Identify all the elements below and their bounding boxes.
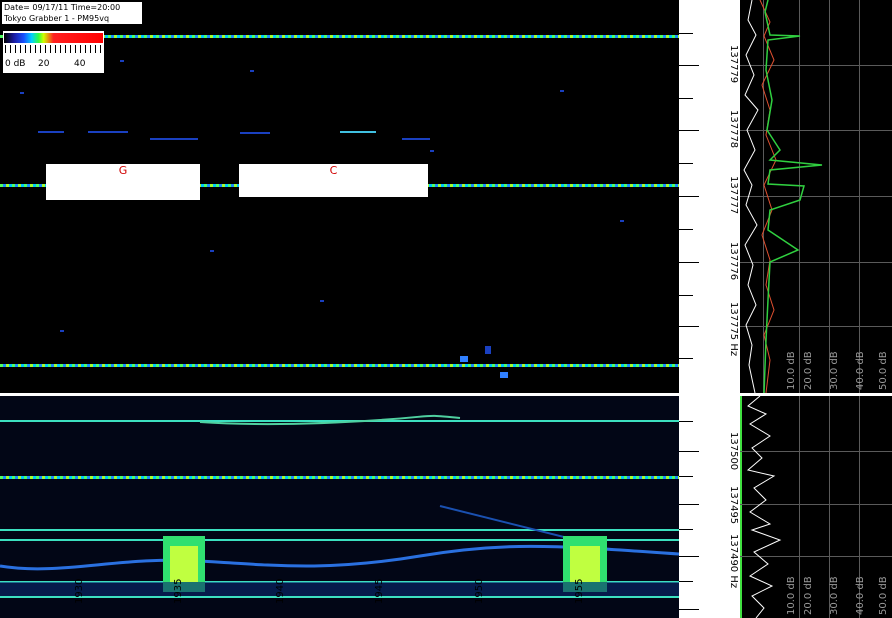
frequency-label: 137500: [728, 432, 739, 471]
legend-label: 0 dB: [5, 59, 26, 69]
time-label: 1955: [574, 578, 585, 604]
frequency-label: 137495: [728, 486, 739, 525]
top-waterfall[interactable]: Date= 09/17/11 Time=20:00 Tokyo Grabber …: [0, 0, 679, 393]
scale-ticks: [5, 45, 103, 53]
axis-tick: [679, 65, 699, 66]
frequency-label: 137778: [728, 110, 739, 149]
legend-label: 40: [74, 59, 86, 69]
db-label: 20.0 dB: [803, 576, 814, 615]
axis-tick: [679, 163, 693, 164]
axis-tick: [679, 295, 693, 296]
db-label: 50.0 dB: [878, 351, 889, 390]
axis-tick: [679, 529, 693, 530]
spectrum-traces: [743, 0, 823, 393]
axis-tick: [679, 581, 693, 582]
time-label: 1945: [374, 578, 385, 604]
time-label: 1940: [275, 578, 286, 604]
time-label: 1950: [474, 578, 485, 604]
station-label: Tokyo Grabber 1 - PM95vq: [4, 14, 110, 23]
axis-tick: [679, 196, 699, 197]
db-label: 30.0 dB: [829, 351, 840, 390]
db-label: 10.0 dB: [786, 576, 797, 615]
color-legend: 0 dB 20 40: [3, 31, 104, 73]
axis-tick: [679, 476, 693, 477]
frequency-label: 137490 Hz: [728, 534, 739, 589]
axis-tick: [679, 556, 699, 557]
axis-tick: [679, 262, 699, 263]
frequency-label: 137775 Hz: [728, 302, 739, 357]
frequency-label: 137777: [728, 176, 739, 215]
db-label: 20.0 dB: [803, 351, 814, 390]
info-box: Date= 09/17/11 Time=20:00 Tokyo Grabber …: [2, 2, 142, 24]
axis-tick: [679, 326, 699, 327]
frequency-axis-bottom: 137500 137495 137490 Hz: [679, 396, 740, 618]
axis-tick: [679, 98, 693, 99]
axis-tick: [679, 33, 693, 34]
annotation-c: C: [239, 164, 428, 197]
frequency-label: 137779: [728, 45, 739, 84]
axis-tick: [679, 609, 699, 610]
axis-tick: [679, 451, 699, 452]
time-label: 1930: [74, 578, 85, 604]
color-scale-bar: [4, 33, 103, 43]
spectrum-panel-bottom: 10.0 dB 20.0 dB 30.0 dB 40.0 dB 50.0 dB: [740, 396, 892, 618]
date-time-label: Date= 09/17/11 Time=20:00: [4, 3, 121, 12]
db-label: 40.0 dB: [855, 351, 866, 390]
db-label: 50.0 dB: [878, 576, 889, 615]
spectrum-panel-top: 10.0 dB 20.0 dB 30.0 dB 40.0 dB 50.0 dB: [740, 0, 892, 393]
db-label: 10.0 dB: [786, 351, 797, 390]
axis-tick: [679, 421, 693, 422]
db-label: 30.0 dB: [829, 576, 840, 615]
axis-tick: [679, 229, 693, 230]
annotation-g: G: [46, 164, 200, 200]
spectrum-trace: [746, 396, 782, 618]
time-label: 1935: [173, 578, 184, 604]
bottom-waterfall[interactable]: 1930 1935 1940 1945 1950 1955: [0, 396, 679, 618]
frequency-axis-top: 137779 137778 137777 137776 137775 Hz: [679, 0, 740, 393]
axis-tick: [679, 130, 699, 131]
legend-label: 20: [38, 59, 50, 69]
frequency-label: 137776: [728, 242, 739, 281]
db-label: 40.0 dB: [855, 576, 866, 615]
axis-tick: [679, 358, 693, 359]
axis-tick: [679, 504, 699, 505]
